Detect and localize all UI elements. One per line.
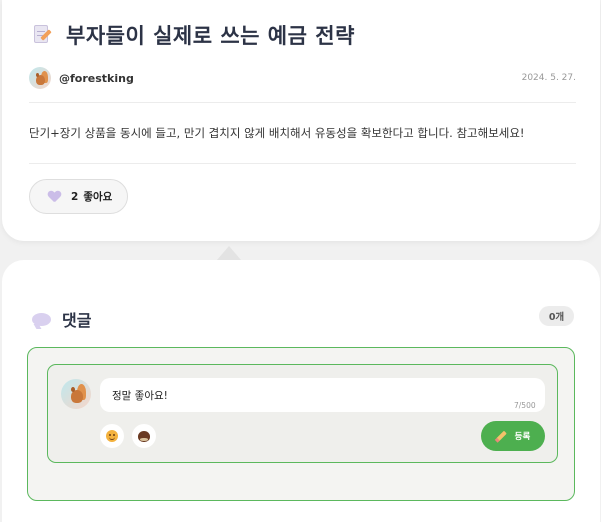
submit-comment-button[interactable]: 등록 xyxy=(481,421,545,451)
like-label: 좋아요 xyxy=(83,191,113,203)
heart-icon xyxy=(48,190,61,203)
memo-icon xyxy=(32,24,54,46)
post-title-row: 부자들이 실제로 쓰는 예금 전략 xyxy=(32,20,355,50)
comment-form: 7/500 등록 xyxy=(47,364,558,463)
author-username[interactable]: @forestking xyxy=(59,72,134,85)
post-body: 단기+장기 상품을 동시에 들고, 만기 겹치지 않게 배치해서 유동성을 확보… xyxy=(29,126,525,140)
smile-emoji-button[interactable] xyxy=(100,424,124,448)
post-title: 부자들이 실제로 쓰는 예금 전략 xyxy=(66,24,355,48)
pencil-icon xyxy=(495,430,507,442)
user-avatar xyxy=(61,379,91,409)
comment-form-outer: 7/500 등록 xyxy=(27,347,575,501)
comment-section-title: 댓글 xyxy=(62,311,92,330)
comment-section: 댓글 0개 7/500 등록 xyxy=(2,260,600,522)
comment-input[interactable] xyxy=(100,378,545,412)
section-pointer xyxy=(217,246,241,260)
like-count: 2 xyxy=(71,190,79,203)
post-date: 2024. 5. 27. xyxy=(521,73,576,83)
like-button[interactable]: 2 좋아요 xyxy=(29,179,128,214)
comment-header: 댓글 xyxy=(32,307,91,331)
comment-count-badge: 0개 xyxy=(539,306,574,326)
chestnut-emoji-button[interactable] xyxy=(132,424,156,448)
post-meta: @forestking 2024. 5. 27. xyxy=(29,66,576,90)
speech-bubble-icon xyxy=(32,312,51,326)
post-card: 부자들이 실제로 쓰는 예금 전략 @forestking 2024. 5. 2… xyxy=(2,0,600,241)
author-avatar[interactable] xyxy=(29,67,51,89)
submit-label: 등록 xyxy=(514,432,531,442)
char-count: 7/500 xyxy=(514,401,536,410)
smile-icon xyxy=(106,430,118,442)
divider xyxy=(29,102,576,103)
divider xyxy=(29,163,576,164)
chestnut-icon xyxy=(138,430,150,442)
